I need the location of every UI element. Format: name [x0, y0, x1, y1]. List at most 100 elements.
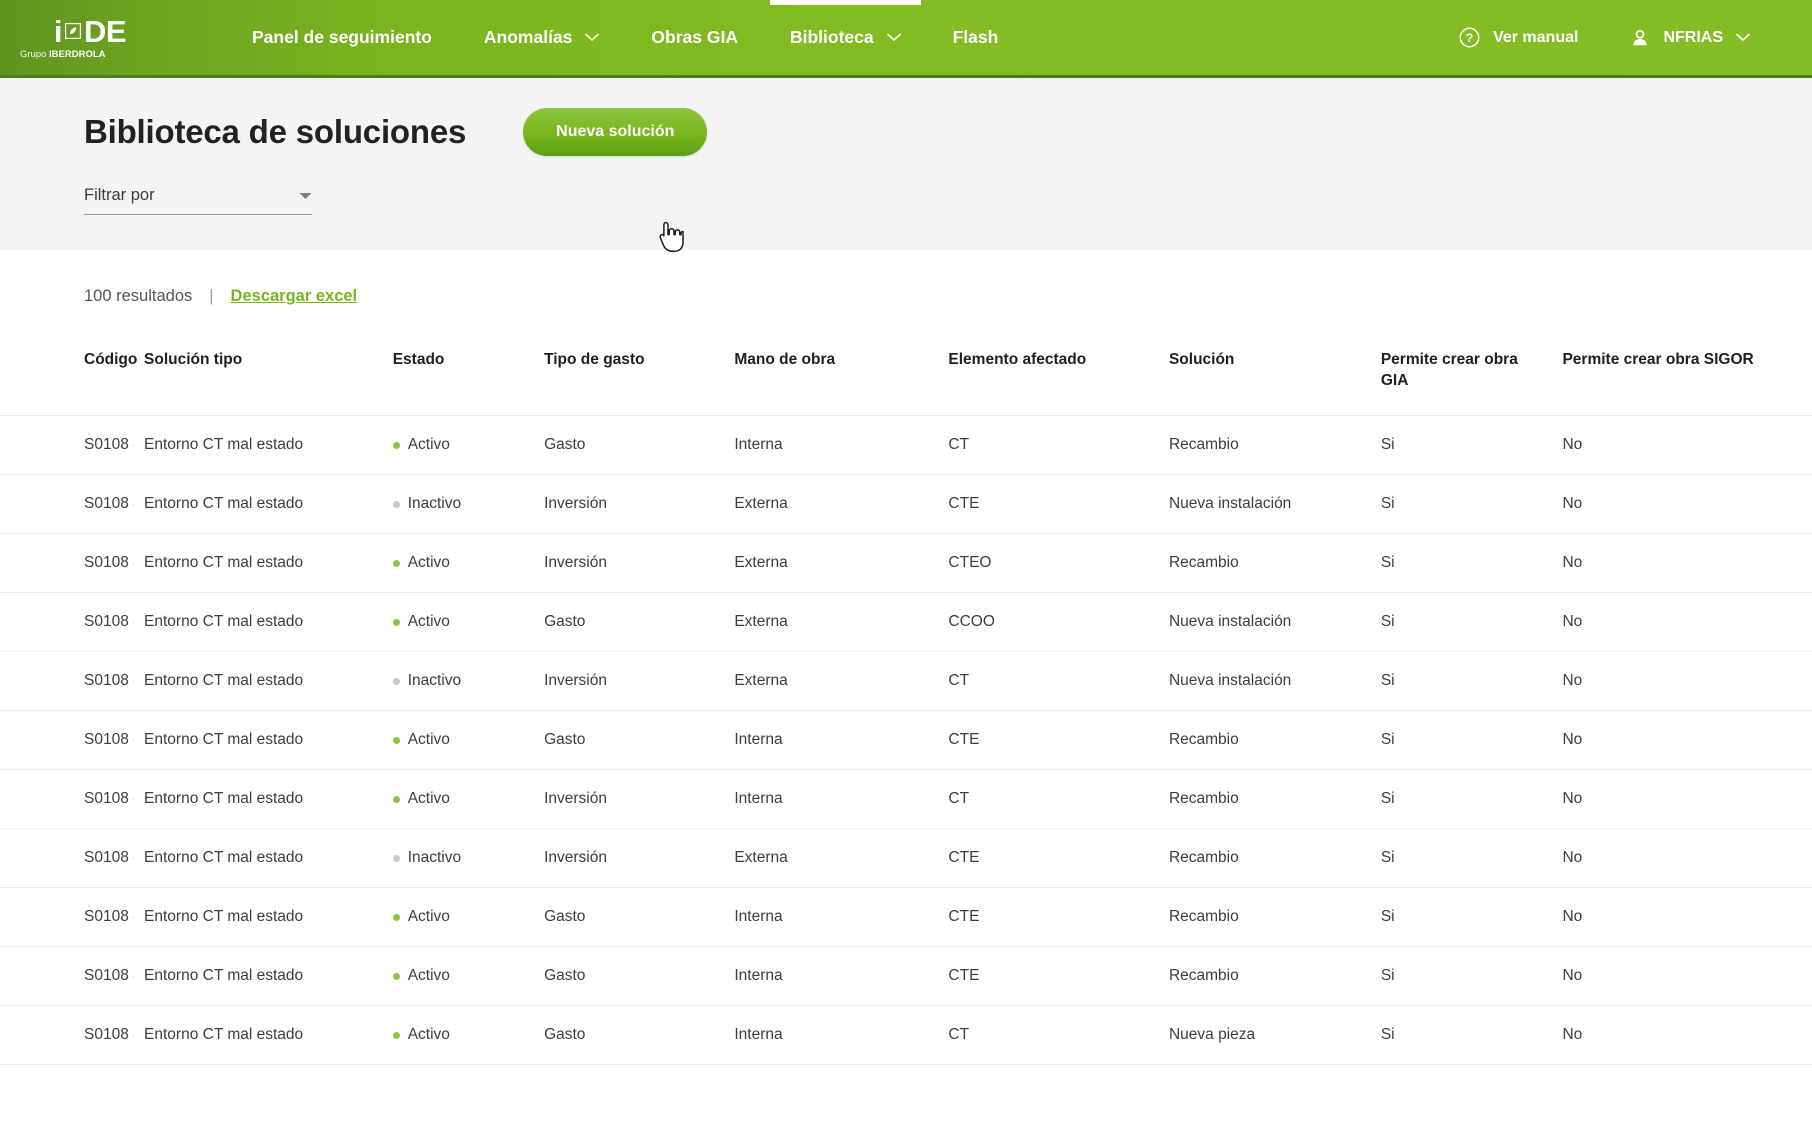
cell-solucion: Nueva instalación	[1158, 474, 1371, 535]
table-row[interactable]: S0108 - Entorno CT mal estado Inactivo Inve…	[0, 828, 1812, 889]
cell-codigo: S0108 -	[0, 415, 135, 476]
column-header-mano-de-obra[interactable]: Mano de obra	[724, 336, 938, 416]
cell-solucion: Nueva instalación	[1158, 592, 1371, 653]
cell-permite-crear-obra-sigor: No	[1552, 946, 1812, 1007]
filtrar-por-select[interactable]: Filtrar por	[84, 186, 312, 215]
table-row[interactable]: S0108 - Entorno CT mal estado Activo Gasto I…	[0, 887, 1812, 948]
cell-codigo: S0108 -	[0, 828, 135, 889]
cell-permite-crear-obra-sigor: No	[1552, 710, 1812, 771]
cell-codigo: S0108 -	[0, 592, 135, 653]
person-icon	[1630, 28, 1650, 48]
user-menu[interactable]: NFRIAS	[1604, 0, 1776, 75]
column-header-permite-crear-obra-gia[interactable]: Permite crear obra GIA	[1371, 336, 1553, 416]
status-label: Inactivo	[407, 849, 462, 867]
cell-permite-crear-obra-gia: Si	[1370, 946, 1553, 1007]
top-navbar: i DE Grupo IBERDROLA Panel de seguimient…	[0, 0, 1812, 78]
cell-tipo-de-gasto: Inversión	[534, 828, 725, 889]
dropdown-caret-icon	[299, 192, 312, 200]
descargar-excel-link[interactable]: Descargar excel	[231, 287, 358, 306]
cell-elemento-afectado: CTE	[938, 828, 1159, 889]
cell-estado: Activo	[382, 415, 535, 476]
status-badge: Activo	[392, 1026, 524, 1044]
chevron-down-icon	[1736, 33, 1750, 42]
cell-estado: Inactivo	[382, 474, 535, 535]
cell-solucion-tipo: Entorno CT mal estado	[134, 651, 383, 712]
ver-manual-button[interactable]: ? Ver manual	[1433, 0, 1604, 75]
user-name-label: NFRIAS	[1663, 28, 1723, 46]
cell-tipo-de-gasto: Gasto	[534, 887, 725, 948]
cell-permite-crear-obra-sigor: No	[1552, 887, 1812, 948]
cell-elemento-afectado: CTE	[938, 710, 1159, 771]
status-dot-inactive-icon	[392, 500, 400, 508]
status-dot-active-icon	[392, 559, 400, 567]
table-body: S0108 - Entorno CT mal estado Activo Gasto I…	[0, 415, 1812, 1066]
cell-elemento-afectado: CTE	[938, 946, 1159, 1007]
ide-logo[interactable]: i DE Grupo IBERDROLA	[0, 16, 162, 60]
cell-solucion-tipo: Entorno CT mal estado	[134, 769, 383, 830]
table-row[interactable]: S0108 - Entorno CT mal estado Activo Gasto I…	[0, 1005, 1812, 1066]
cell-tipo-de-gasto: Gasto	[534, 1005, 725, 1066]
cell-tipo-de-gasto: Inversión	[534, 474, 725, 535]
ver-manual-label: Ver manual	[1493, 28, 1579, 46]
cell-permite-crear-obra-sigor: No	[1552, 592, 1812, 653]
cell-codigo: S0108 -	[0, 1005, 135, 1066]
cell-tipo-de-gasto: Inversión	[534, 651, 725, 712]
cell-permite-crear-obra-gia: Si	[1370, 1005, 1553, 1066]
status-label: Activo	[407, 613, 450, 631]
cell-codigo: S0108 -	[0, 769, 135, 830]
column-header-elemento-afectado[interactable]: Elemento afectado	[938, 336, 1159, 416]
cell-solucion: Recambio	[1158, 415, 1371, 476]
table-row[interactable]: S0108 - Entorno CT mal estado Activo Gasto I…	[0, 415, 1812, 476]
column-header-permite-crear-obra-sigor[interactable]: Permite crear obra SIGOR	[1552, 336, 1812, 416]
cell-solucion-tipo: Entorno CT mal estado	[134, 710, 383, 771]
column-header-solucion[interactable]: Solución	[1159, 336, 1371, 416]
status-label: Activo	[407, 554, 450, 572]
cell-permite-crear-obra-sigor: No	[1552, 651, 1812, 712]
table-row[interactable]: S0108 - Entorno CT mal estado Activo Invers…	[0, 769, 1812, 830]
cell-permite-crear-obra-gia: Si	[1370, 887, 1553, 948]
column-header-codigo[interactable]: Código	[0, 336, 137, 416]
cell-solucion-tipo: Entorno CT mal estado	[134, 533, 383, 594]
cell-estado: Inactivo	[382, 651, 535, 712]
cell-elemento-afectado: CCOO	[938, 592, 1159, 653]
nav-label: Obras GIA	[651, 27, 738, 47]
status-label: Activo	[407, 790, 450, 808]
table-row[interactable]: S0108 - Entorno CT mal estado Activo Invers…	[0, 533, 1812, 594]
status-dot-inactive-icon	[392, 854, 400, 862]
cell-permite-crear-obra-gia: Si	[1370, 474, 1553, 535]
cell-permite-crear-obra-gia: Si	[1370, 415, 1553, 476]
help-circle-icon: ?	[1459, 27, 1480, 48]
leaf-icon	[65, 23, 82, 40]
table-row[interactable]: S0108 - Entorno CT mal estado Inactivo Inve…	[0, 651, 1812, 712]
page-header-band: Biblioteca de soluciones Nueva solución …	[0, 78, 1812, 252]
nav-item-biblioteca[interactable]: Biblioteca	[764, 0, 927, 75]
nav-label: Biblioteca	[789, 27, 874, 47]
nav-label: Flash	[952, 27, 999, 47]
nav-item-flash[interactable]: Flash	[927, 0, 1025, 75]
table-row[interactable]: S0108 - Entorno CT mal estado Activo Gasto E…	[0, 592, 1812, 653]
status-badge: Activo	[392, 554, 524, 572]
cell-solucion-tipo: Entorno CT mal estado	[134, 1005, 383, 1066]
cell-estado: Activo	[382, 592, 535, 653]
table-row[interactable]: S0108 - Entorno CT mal estado Inactivo Inve…	[0, 474, 1812, 535]
results-count: 100 resultados	[84, 287, 193, 305]
column-header-estado[interactable]: Estado	[383, 336, 534, 416]
column-header-solucion-tipo[interactable]: Solución tipo	[134, 336, 383, 416]
table-row[interactable]: S0108 - Entorno CT mal estado Activo Gasto I…	[0, 710, 1812, 771]
cell-solucion-tipo: Entorno CT mal estado	[134, 592, 383, 653]
cell-codigo: S0108 -	[0, 710, 135, 771]
cell-mano-de-obra: Externa	[724, 592, 939, 653]
nav-item-panel-de-seguimiento[interactable]: Panel de seguimiento	[226, 0, 458, 75]
status-dot-active-icon	[392, 736, 400, 744]
cell-mano-de-obra: Interna	[724, 1005, 939, 1066]
nueva-solucion-button[interactable]: Nueva solución	[523, 108, 708, 156]
nav-item-obras-gia[interactable]: Obras GIA	[625, 0, 764, 75]
cell-solucion: Recambio	[1158, 946, 1371, 1007]
cell-elemento-afectado: CTE	[938, 887, 1159, 948]
table-row[interactable]: S0108 - Entorno CT mal estado Activo Gasto I…	[0, 946, 1812, 1007]
nav-item-anomalias[interactable]: Anomalías	[458, 0, 626, 75]
cell-solucion-tipo: Entorno CT mal estado	[134, 415, 383, 476]
cell-elemento-afectado: CT	[938, 769, 1159, 830]
column-header-tipo-de-gasto[interactable]: Tipo de gasto	[534, 336, 724, 416]
soluciones-table: Código Solución tipo Estado Tipo de gast…	[0, 336, 1812, 1066]
